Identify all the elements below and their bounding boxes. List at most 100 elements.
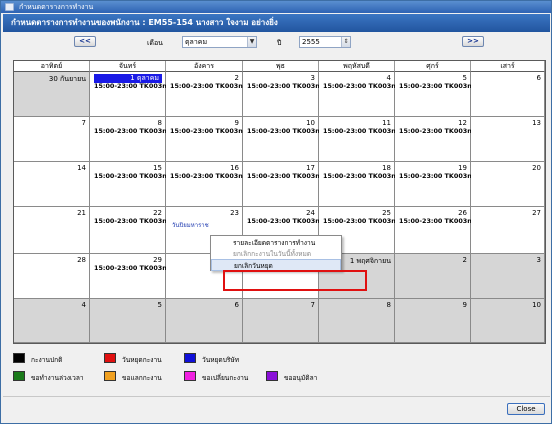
calendar-day-cell[interactable]: 22 15:00-23:00 TK003ne	[90, 207, 171, 254]
year-stepper[interactable]: 2555 ⇕	[299, 36, 351, 48]
calendar-day-cell[interactable]: 14	[14, 162, 90, 207]
day-number: 9	[234, 119, 239, 127]
day-number: 27	[532, 209, 541, 217]
calendar-day-cell[interactable]: 5	[90, 299, 166, 343]
legend-label: วันหยุดบริษัท	[202, 356, 240, 364]
day-number: 20	[532, 164, 541, 172]
legend-label: ขอแลกกะงาน	[122, 374, 162, 382]
day-number: 7	[81, 119, 86, 127]
calendar-day-cell[interactable]: 1 ตุลาคม 15:00-23:00 TK003ne	[90, 72, 171, 117]
calendar-day-cell[interactable]: 6	[166, 299, 243, 343]
calendar-day-cell[interactable]: 13	[471, 117, 545, 162]
close-button[interactable]: Close	[507, 403, 545, 415]
day-number: 16	[230, 164, 239, 172]
window-titlebar: กำหนดตารางการทำงาน	[1, 1, 551, 13]
calendar-day-cell[interactable]: 2	[395, 254, 471, 299]
day-number: 7	[310, 301, 315, 309]
day-number: 1 พฤศจิกายน	[349, 257, 391, 265]
day-number: 12	[458, 119, 467, 127]
calendar-day-cell[interactable]: 2 15:00-23:00 TK003ne	[166, 72, 247, 117]
month-select-value: ตุลาคม	[185, 38, 208, 46]
weekday-header: พฤหัสบดี	[319, 61, 395, 72]
calendar-day-cell[interactable]: 11 15:00-23:00 TK003ne	[319, 117, 400, 162]
calendar-day-cell[interactable]: 4	[14, 299, 90, 343]
month-select[interactable]: ตุลาคม ▼	[182, 36, 257, 48]
calendar-day-cell[interactable]: 6	[471, 72, 545, 117]
spin-arrows-icon[interactable]: ⇕	[341, 37, 350, 47]
calendar-day-cell[interactable]: 30 กันยายน	[14, 72, 90, 117]
calendar-day-cell[interactable]: 29 15:00-23:00 TK003ne	[90, 254, 171, 299]
calendar-day-cell[interactable]: 12 15:00-23:00 TK003ne	[395, 117, 476, 162]
calendar-day-cell[interactable]: 18 15:00-23:00 TK003ne	[319, 162, 400, 207]
year-label: ปี	[277, 39, 282, 47]
weekday-header: อาทิตย์	[14, 61, 90, 72]
shift-entry: 15:00-23:00 TK003ne	[399, 127, 477, 135]
shift-entry: 15:00-23:00 TK003ne	[399, 172, 477, 180]
year-stepper-value: 2555	[302, 38, 320, 46]
schedule-window: กำหนดตารางการทำงาน กำหนดตารางการทำงานของ…	[0, 0, 552, 424]
calendar-day-cell[interactable]: 8 15:00-23:00 TK003ne	[90, 117, 171, 162]
day-number: 26	[458, 209, 467, 217]
day-number: 22	[153, 209, 162, 217]
calendar-day-cell[interactable]: 7	[14, 117, 90, 162]
month-label: เดือน	[147, 39, 163, 47]
calendar-day-cell[interactable]: 8	[319, 299, 395, 343]
calendar-day-cell[interactable]: 3 15:00-23:00 TK003ne	[243, 72, 324, 117]
calendar-day-cell[interactable]: 27	[471, 207, 545, 254]
calendar-day-cell[interactable]: 10 15:00-23:00 TK003ne	[243, 117, 324, 162]
day-number: 3	[310, 74, 315, 82]
shift-entry: 15:00-23:00 TK003ne	[94, 127, 172, 135]
day-number: 10	[306, 119, 315, 127]
shift-entry: 15:00-23:00 TK003ne	[94, 172, 172, 180]
calendar-day-cell[interactable]: 16 15:00-23:00 TK003ne	[166, 162, 247, 207]
shift-entry: 15:00-23:00 TK003ne	[170, 82, 248, 90]
calendar-day-cell[interactable]: 20	[471, 162, 545, 207]
shift-entry: 15:00-23:00 TK003ne	[399, 217, 477, 225]
shift-entry: 15:00-23:00 TK003ne	[323, 217, 401, 225]
calendar-day-cell[interactable]: 21	[14, 207, 90, 254]
shift-entry: 15:00-23:00 TK003ne	[323, 172, 401, 180]
legend-label: ขอเปลี่ยนกะงาน	[202, 374, 249, 382]
legend-swatch	[184, 353, 196, 363]
shift-entry: 15:00-23:00 TK003ne	[94, 217, 172, 225]
day-number: 5	[462, 74, 467, 82]
legend-label: กะงานปกติ	[31, 356, 63, 364]
calendar-day-cell[interactable]: 17 15:00-23:00 TK003ne	[243, 162, 324, 207]
shift-entry: 15:00-23:00 TK003ne	[170, 127, 248, 135]
calendar-day-cell[interactable]: 7	[243, 299, 319, 343]
calendar-day-cell[interactable]: 4 15:00-23:00 TK003ne	[319, 72, 400, 117]
next-month-button[interactable]: >>	[462, 36, 484, 47]
chevron-down-icon[interactable]: ▼	[247, 37, 256, 47]
day-number: 6	[234, 301, 239, 309]
day-number: 8	[157, 119, 162, 127]
day-number: 13	[532, 119, 541, 127]
day-number: 15	[153, 164, 162, 172]
shift-entry: 15:00-23:00 TK003ne	[323, 82, 401, 90]
day-number: 28	[77, 256, 86, 264]
calendar-day-cell[interactable]: 15 15:00-23:00 TK003ne	[90, 162, 171, 207]
shift-entry: 15:00-23:00 TK003ne	[94, 264, 172, 272]
calendar-day-cell[interactable]: 28	[14, 254, 90, 299]
shift-entry: 15:00-23:00 TK003ne	[170, 172, 248, 180]
calendar-day-cell[interactable]: 19 15:00-23:00 TK003ne	[395, 162, 476, 207]
calendar-day-cell[interactable]: 9	[395, 299, 471, 343]
day-number: 19	[458, 164, 467, 172]
weekday-header: เสาร์	[471, 61, 545, 72]
footer-divider	[3, 396, 550, 397]
legend-swatch	[13, 353, 25, 363]
calendar-day-cell[interactable]: 5 15:00-23:00 TK003ne	[395, 72, 476, 117]
day-number: 8	[386, 301, 391, 309]
holiday-label: วันปิยมหาราช	[172, 222, 209, 229]
day-number: 11	[382, 119, 391, 127]
calendar-day-cell[interactable]: 9 15:00-23:00 TK003ne	[166, 117, 247, 162]
day-number: 17	[306, 164, 315, 172]
shift-entry: 15:00-23:00 TK003ne	[323, 127, 401, 135]
calendar-day-cell[interactable]: 26 15:00-23:00 TK003ne	[395, 207, 476, 254]
page-title: กำหนดตารางการทำงานของพนักงาน : EM55-154 …	[3, 14, 550, 32]
previous-month-button[interactable]: <<	[74, 36, 96, 47]
calendar-day-cell[interactable]: 3	[471, 254, 545, 299]
weekday-header: อังคาร	[166, 61, 243, 72]
day-number: 2	[234, 74, 239, 82]
context-menu: รายละเอียดตารางการทำงาน ยกเลิกกะงานในวันน…	[210, 235, 342, 271]
calendar-day-cell[interactable]: 10	[471, 299, 545, 343]
